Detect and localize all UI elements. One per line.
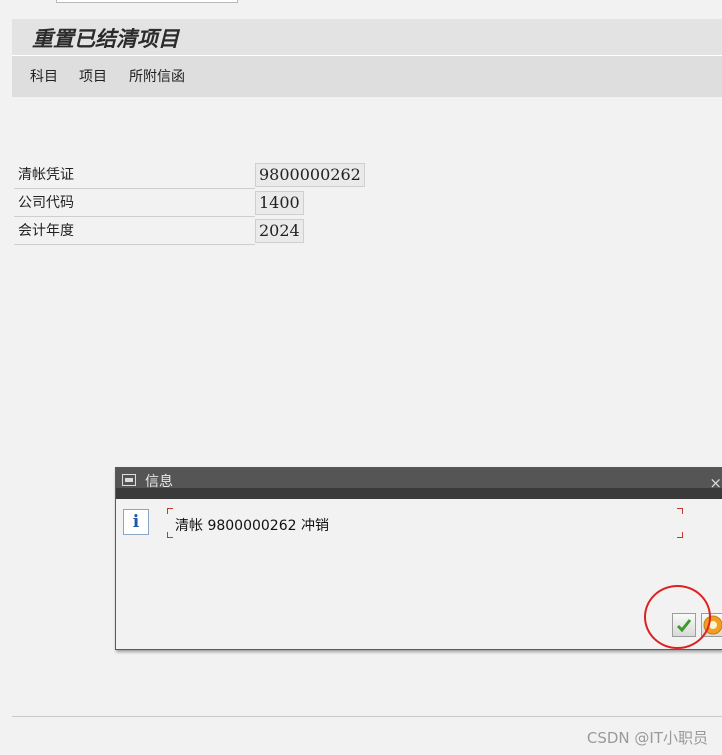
clearing-document-label: 清帐凭证	[14, 162, 255, 189]
watermark: CSDN @IT小职员	[586, 729, 708, 747]
form-row-fiscal-year: 会计年度 2024	[14, 218, 362, 245]
message-area: 清帐 9800000262 冲销	[167, 508, 683, 538]
command-field[interactable]	[56, 0, 238, 3]
help-button[interactable]	[701, 613, 722, 637]
menu-item-correspondence[interactable]: 所附信函	[129, 66, 185, 86]
bottom-divider	[12, 716, 722, 717]
menu-item-items[interactable]: 项目	[79, 66, 107, 86]
close-icon[interactable]: ×	[709, 474, 722, 492]
help-icon	[703, 615, 722, 635]
checkmark-icon	[676, 619, 692, 633]
clearing-document-value: 9800000262	[255, 163, 365, 187]
title-bar: 重置已结清项目	[12, 19, 722, 56]
form-row-company-code: 公司代码 1400	[14, 190, 362, 217]
company-code-label: 公司代码	[14, 190, 255, 217]
menu-item-account[interactable]: 科目	[30, 66, 58, 86]
confirm-button[interactable]	[672, 613, 696, 637]
menu-bar: 科目 项目 所附信函	[12, 56, 722, 97]
form-row-clearing-document: 清帐凭证 9800000262	[14, 162, 365, 189]
fiscal-year-label: 会计年度	[14, 218, 255, 245]
fiscal-year-value: 2024	[255, 219, 304, 243]
page-title: 重置已结清项目	[32, 26, 179, 51]
message-text: 清帐 9800000262 冲销	[175, 518, 329, 534]
info-icon: i	[123, 509, 149, 535]
dialog-title: 信息	[145, 474, 173, 490]
company-code-value: 1400	[255, 191, 304, 215]
window-icon	[122, 474, 136, 486]
dialog-header[interactable]: 信息 ×	[116, 468, 722, 499]
info-dialog: 信息 × i 清帐 9800000262 冲销	[115, 467, 722, 650]
